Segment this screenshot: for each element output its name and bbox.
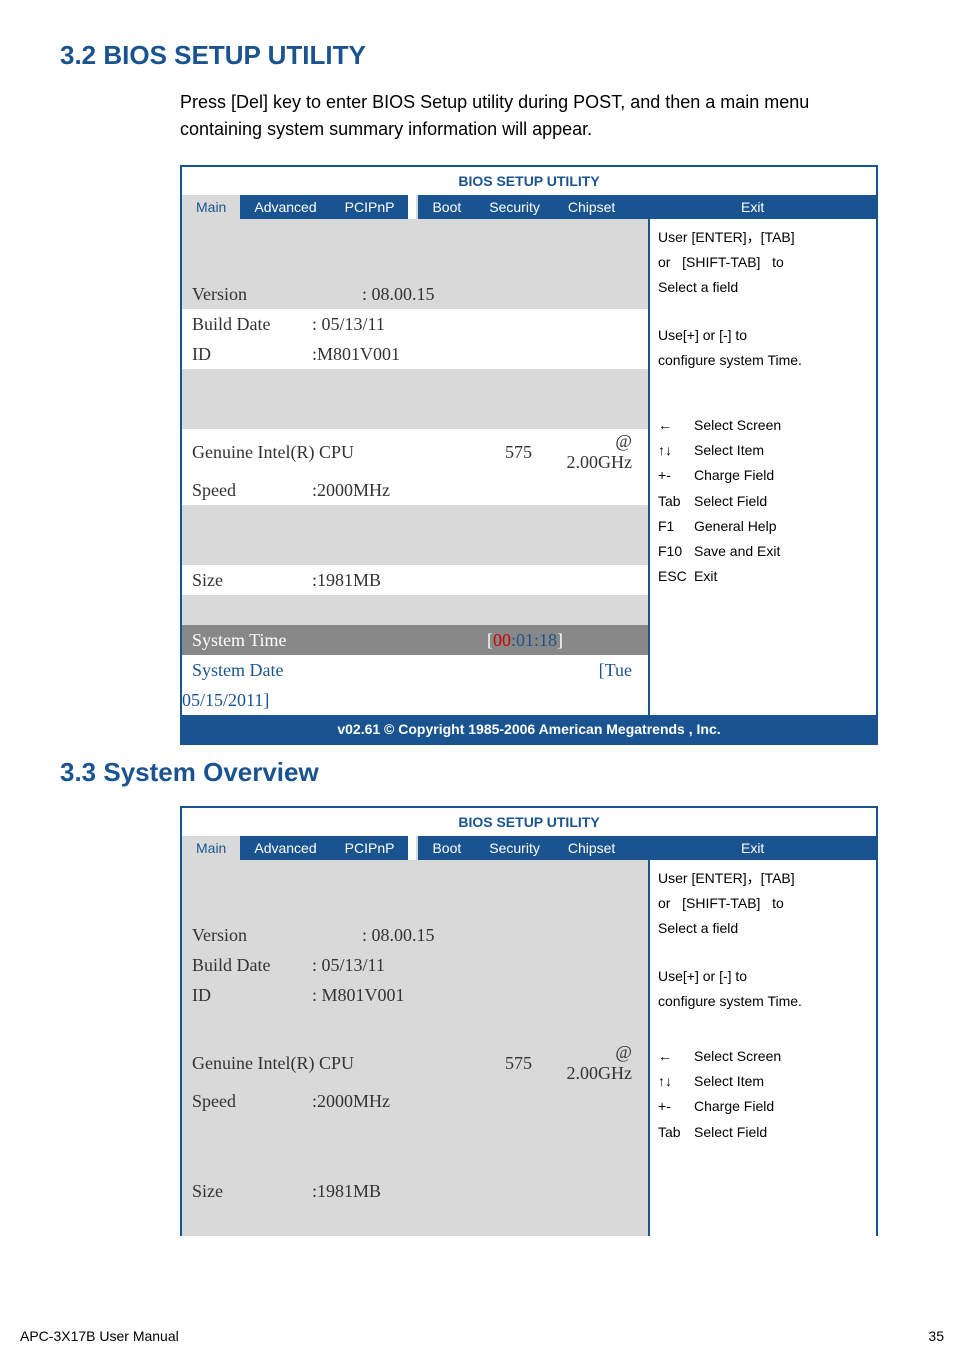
tab-pcipnp-2[interactable]: PCIPnP	[331, 836, 409, 860]
section-heading-32: 3.2 BIOS SETUP UTILITY	[60, 40, 894, 71]
version-value: : 08.00.15	[362, 284, 435, 305]
cpu-mid: 575	[442, 442, 552, 463]
size-label-2: Size	[192, 1181, 312, 1202]
help2-label-0: Select Screen	[694, 1044, 781, 1069]
tab-boot-2[interactable]: Boot	[418, 836, 475, 860]
size-value: :1981MB	[312, 570, 381, 591]
help2-line-4: Use[+] or [-] to	[658, 964, 868, 989]
footer-left: APC-3X17B User Manual	[0, 1328, 179, 1344]
section-heading-33: 3.3 System Overview	[60, 757, 894, 788]
system-time-value: [00:01:18]	[412, 630, 638, 651]
system-date-day: [Tue	[412, 660, 638, 681]
help2-line-5: configure system Time.	[658, 989, 868, 1014]
help-label-6: Exit	[694, 564, 717, 589]
help-key-5: F10	[658, 539, 694, 564]
help-label-5: Save and Exit	[694, 539, 780, 564]
system-time-row[interactable]: System Time [00:01:18]	[182, 625, 648, 655]
help-line-5: configure system Time.	[658, 348, 868, 373]
help2-key-1: ↑↓	[658, 1069, 694, 1094]
speed-label: Speed	[192, 480, 312, 501]
system-date-label: System Date	[192, 660, 412, 681]
tab-exit[interactable]: Exit	[629, 195, 876, 219]
help-key-6: ESC	[658, 564, 694, 589]
help2-label-2: Charge Field	[694, 1094, 774, 1119]
bios-main-panel-2: Version : 08.00.15 Build Date : 05/13/11…	[182, 860, 648, 1236]
tab-security-2[interactable]: Security	[475, 836, 554, 860]
build-date-value-2: : 05/13/11	[312, 955, 385, 976]
bios-help-panel-2: User [ENTER]，[TAB] or [SHIFT-TAB] to Sel…	[648, 860, 876, 1236]
system-date-row[interactable]: System Date [Tue	[182, 655, 648, 685]
id-value: :M801V001	[312, 344, 400, 365]
cpu-label: Genuine Intel(R) CPU	[192, 442, 442, 463]
bios-help-panel: User [ENTER]，[TAB] or [SHIFT-TAB] to Sel…	[648, 219, 876, 715]
cpu-mid-2: 575	[442, 1053, 552, 1074]
help2-key-3: Tab	[658, 1120, 694, 1145]
bios-setup-box-1: BIOS SETUP UTILITY Main Advanced PCIPnP …	[180, 165, 878, 745]
help-line-4: Use[+] or [-] to	[658, 323, 868, 348]
help-line-2b: [SHIFT-TAB]	[682, 254, 760, 270]
tab-main-2[interactable]: Main	[182, 836, 240, 860]
build-date-label: Build Date	[192, 314, 312, 335]
speed-value: :2000MHz	[312, 480, 390, 501]
tab-exit-2[interactable]: Exit	[629, 836, 876, 860]
help2-line-2c: to	[772, 895, 784, 911]
build-date-value: : 05/13/11	[312, 314, 385, 335]
help-label-4: General Help	[694, 514, 777, 539]
help-label-1: Select Item	[694, 438, 764, 463]
build-date-label-2: Build Date	[192, 955, 312, 976]
tab-boot[interactable]: Boot	[418, 195, 475, 219]
system-date-value: 05/15/2011]	[182, 690, 269, 711]
help-line-2c: to	[772, 254, 784, 270]
help2-line-3: Select a field	[658, 916, 868, 941]
bios-tab-row-2: Main Advanced PCIPnP Boot Security Chips…	[182, 836, 876, 860]
bios-tab-row: Main Advanced PCIPnP Boot Security Chips…	[182, 195, 876, 219]
help2-line-1: User [ENTER]，[TAB]	[658, 866, 868, 891]
speed-value-2: :2000MHz	[312, 1091, 390, 1112]
help-key-1: ↑↓	[658, 438, 694, 463]
help-label-0: Select Screen	[694, 413, 781, 438]
tab-pcipnp[interactable]: PCIPnP	[331, 195, 409, 219]
bios-footer: v02.61 © Copyright 1985-2006 American Me…	[182, 715, 876, 743]
tab-security[interactable]: Security	[475, 195, 554, 219]
version-label-2: Version	[192, 925, 362, 946]
help-label-2: Charge Field	[694, 463, 774, 488]
speed-label-2: Speed	[192, 1091, 312, 1112]
id-label-2: ID	[192, 985, 312, 1006]
help-line-2a: or	[658, 254, 670, 270]
size-label: Size	[192, 570, 312, 591]
bios-setup-box-2: BIOS SETUP UTILITY Main Advanced PCIPnP …	[180, 806, 878, 1236]
help2-label-3: Select Field	[694, 1120, 767, 1145]
cpu-label-2: Genuine Intel(R) CPU	[192, 1053, 442, 1074]
help2-key-2: +-	[658, 1094, 694, 1119]
version-value-2: : 08.00.15	[362, 925, 435, 946]
size-value-2: :1981MB	[312, 1181, 381, 1202]
page-number: 35	[928, 1328, 954, 1344]
tab-chipset-2[interactable]: Chipset	[554, 836, 629, 860]
tab-main[interactable]: Main	[182, 195, 240, 219]
tab-advanced[interactable]: Advanced	[240, 195, 330, 219]
help-line-3: Select a field	[658, 275, 868, 300]
help-line-1: User [ENTER]，[TAB]	[658, 225, 868, 250]
help-key-0: ←	[658, 413, 694, 438]
system-time-label: System Time	[192, 630, 412, 651]
help-key-2: +-	[658, 463, 694, 488]
bios-title: BIOS SETUP UTILITY	[182, 167, 876, 195]
help-key-4: F1	[658, 514, 694, 539]
bios-title-2: BIOS SETUP UTILITY	[182, 808, 876, 836]
version-label: Version	[192, 284, 362, 305]
id-value-2: : M801V001	[312, 985, 405, 1006]
tab-chipset[interactable]: Chipset	[554, 195, 629, 219]
help2-line-2a: or	[658, 895, 670, 911]
id-label: ID	[192, 344, 312, 365]
help2-line-2b: [SHIFT-TAB]	[682, 895, 760, 911]
help-label-3: Select Field	[694, 489, 767, 514]
tab-advanced-2[interactable]: Advanced	[240, 836, 330, 860]
help2-key-0: ←	[658, 1044, 694, 1069]
cpu-value: @ 2.00GHz	[552, 431, 638, 473]
help2-label-1: Select Item	[694, 1069, 764, 1094]
cpu-value-2: @ 2.00GHz	[552, 1042, 638, 1084]
bios-main-panel: Version : 08.00.15 Build Date : 05/13/11…	[182, 219, 648, 715]
help-key-3: Tab	[658, 489, 694, 514]
intro-paragraph: Press [Del] key to enter BIOS Setup util…	[60, 89, 894, 143]
